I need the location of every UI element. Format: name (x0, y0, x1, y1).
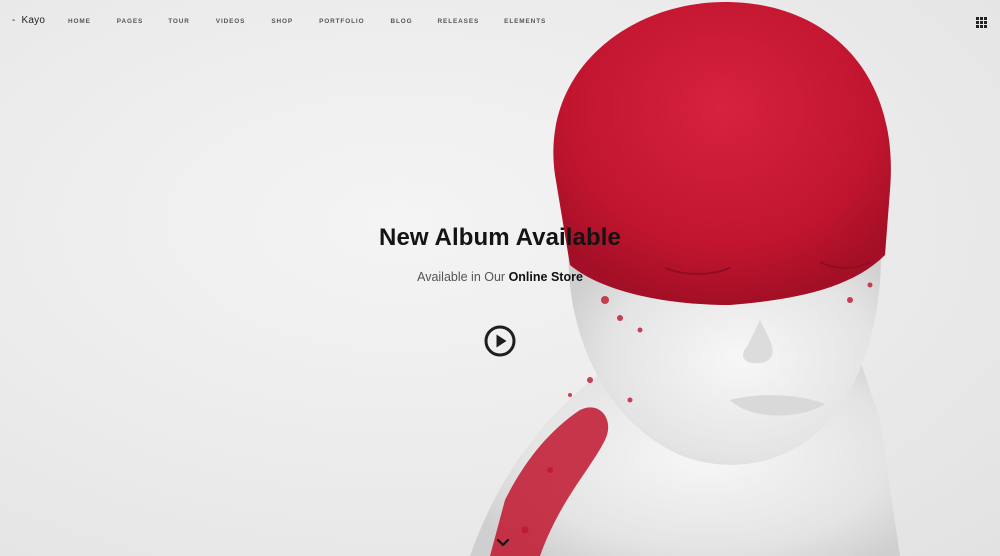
grid-dot (976, 21, 979, 24)
nav-item-home[interactable]: HOME (68, 18, 91, 25)
top-navigation-bar: - Kayo HOME PAGES TOUR VIDEOS SHOP PORTF… (0, 0, 1000, 44)
play-icon-svg (484, 325, 516, 357)
online-store-link[interactable]: Online Store (509, 270, 583, 284)
chevron-down-icon[interactable] (496, 535, 510, 547)
grid-dot (980, 25, 983, 28)
nav-item-releases[interactable]: RELEASES (438, 18, 480, 25)
nav-item-blog[interactable]: BLOG (390, 18, 412, 25)
nav-item-portfolio[interactable]: PORTFOLIO (319, 18, 364, 25)
grid-dot (980, 21, 983, 24)
play-circle-icon[interactable] (484, 325, 516, 357)
hero-subtitle: Available in Our Online Store (300, 270, 700, 284)
brand-logo[interactable]: - Kayo (12, 15, 45, 26)
grid-dot (980, 17, 983, 20)
main-nav: HOME PAGES TOUR VIDEOS SHOP PORTFOLIO BL… (68, 18, 546, 25)
nav-item-pages[interactable]: PAGES (117, 18, 143, 25)
grid-dot (984, 21, 987, 24)
grid-dot (976, 17, 979, 20)
grid-menu-icon[interactable] (976, 17, 987, 28)
nav-item-shop[interactable]: SHOP (271, 18, 293, 25)
nav-item-videos[interactable]: VIDEOS (216, 18, 246, 25)
nav-item-tour[interactable]: TOUR (168, 18, 190, 25)
chevron-down-svg (496, 538, 510, 547)
hero-title: New Album Available (379, 224, 621, 251)
grid-dot (976, 25, 979, 28)
grid-dot (984, 17, 987, 20)
brand-dash: - (12, 15, 16, 26)
hero-subtitle-prefix: Available in Our (417, 270, 509, 284)
brand-name: Kayo (21, 15, 46, 26)
nav-item-elements[interactable]: ELEMENTS (504, 18, 546, 25)
grid-dot (984, 25, 987, 28)
